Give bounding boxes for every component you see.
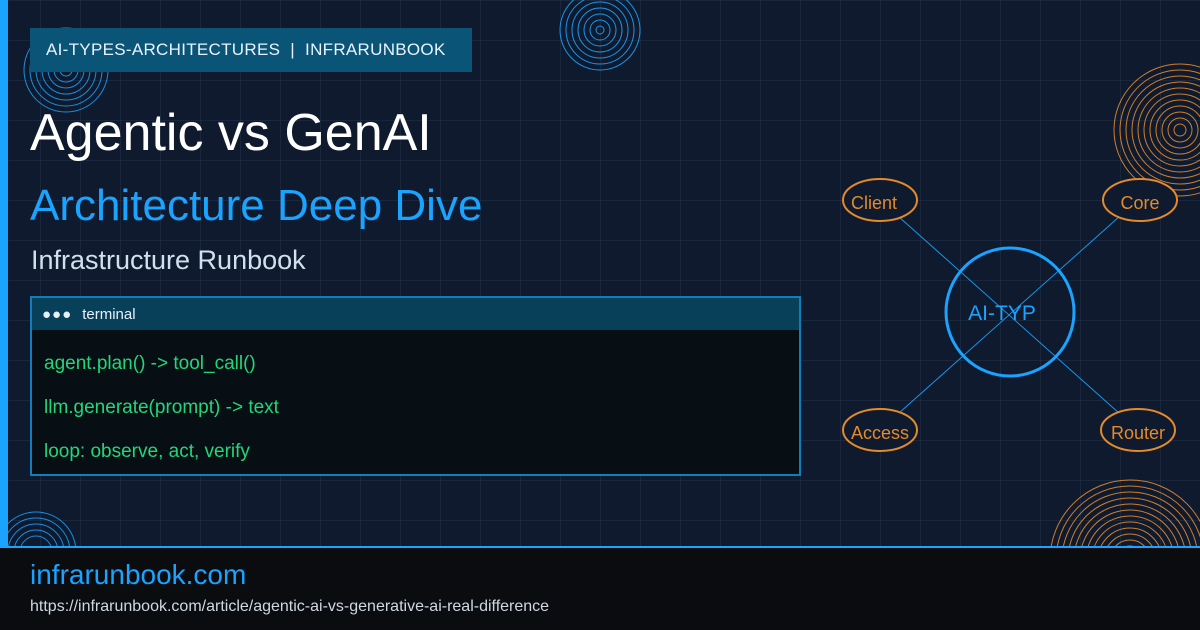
node-router-label: Router — [1111, 423, 1165, 443]
node-core-label: Core — [1120, 193, 1159, 213]
architecture-diagram: AI-TYP Client Core Access Router — [842, 178, 1178, 452]
node-client-label: Client — [851, 193, 897, 213]
hub-label: AI-TYP — [968, 302, 1036, 325]
node-access-label: Access — [851, 423, 909, 443]
footer-domain-link[interactable]: infrarunbook.com — [30, 558, 246, 592]
footer-url-link[interactable]: https://infrarunbook.com/article/agentic… — [30, 597, 549, 617]
footer: infrarunbook.com https://infrarunbook.co… — [0, 546, 1200, 630]
